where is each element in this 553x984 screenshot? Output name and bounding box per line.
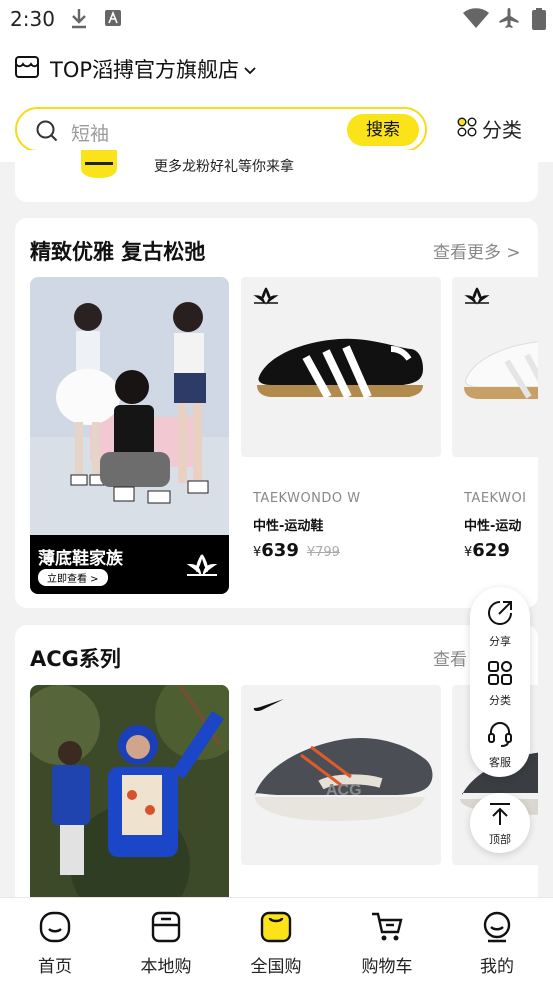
status-time: 2:30 (10, 7, 55, 31)
adidas-logo (185, 553, 219, 581)
search-button[interactable]: 搜索 (347, 114, 419, 146)
promo-title: 薄底鞋家族 (38, 549, 123, 569)
promo-card[interactable]: 薄底鞋家族 立即查看 > (30, 277, 229, 594)
bottom-tab-bar: 首页 本地购 全国购 购物车 我的 (0, 897, 553, 984)
back-to-top-button[interactable]: 顶部 (470, 793, 530, 853)
battery-icon (532, 8, 546, 34)
view-more-link[interactable]: 查看更多 > (433, 238, 521, 263)
category-icon (487, 661, 513, 690)
search-icon (35, 119, 59, 147)
shoe-image: ACG (254, 737, 433, 821)
store-name: TOP滔搏官方旗舰店 (50, 58, 240, 82)
tab-label: 我的 (480, 957, 514, 977)
share-button[interactable]: 分享 (470, 599, 530, 649)
product-card[interactable]: ACG (241, 685, 441, 915)
promo-card[interactable] (30, 685, 229, 915)
svg-text:ACG: ACG (326, 782, 362, 799)
tab-label: 全国购 (250, 957, 302, 977)
banner-logo (79, 150, 119, 184)
tab-label: 本地购 (140, 957, 192, 977)
product-price: ¥629 (464, 540, 510, 561)
store-selector[interactable]: TOP滔搏官方旗舰店 (14, 53, 256, 85)
local-icon (149, 911, 183, 948)
section-title: ACG系列 (30, 647, 121, 671)
tab-label: 购物车 (361, 957, 413, 977)
category-button[interactable]: 分类 (457, 114, 522, 143)
store-header: TOP滔搏官方旗舰店 短袖 搜索 分类 (0, 38, 553, 162)
download-icon (70, 7, 88, 33)
share-label: 分享 (489, 635, 511, 648)
product-name: TAEKWONDO W (253, 491, 361, 506)
category-shortcut-button[interactable]: 分类 (470, 660, 530, 708)
peek-banner[interactable]: 更多龙粉好礼等你来拿 (15, 150, 538, 202)
product-image (241, 277, 441, 457)
section-retro: 精致优雅 复古松弛 查看更多 > 薄底鞋家族 立即查看 > TAEKWONDO … (15, 218, 538, 608)
promo-cta-button[interactable]: 立即查看 > (38, 569, 108, 586)
product-image: ACG (241, 685, 441, 865)
service-icon (486, 722, 514, 752)
product-card[interactable]: TAEKWONDO W 中性-运动鞋 ¥639 ¥799 (241, 277, 441, 597)
share-icon (486, 601, 514, 631)
product-old-price: ¥799 (306, 545, 340, 560)
store-icon (14, 54, 40, 84)
cart-icon (370, 912, 404, 948)
wifi-icon (462, 8, 490, 34)
section-acg: ACG系列 查看 ACG (15, 625, 538, 915)
tab-profile[interactable]: 我的 (452, 910, 542, 977)
promo-caption: 薄底鞋家族 立即查看 > (30, 535, 229, 594)
category-label: 分类 (482, 118, 522, 142)
promo-image (30, 685, 229, 915)
product-name: TAEKWOI (464, 491, 527, 506)
arrow-up-icon (470, 801, 530, 831)
service-button[interactable]: 客服 (470, 720, 530, 770)
national-icon (259, 911, 293, 948)
tab-home[interactable]: 首页 (10, 910, 100, 977)
search-placeholder: 短袖 (71, 123, 110, 145)
search-input[interactable]: 短袖 搜索 (15, 107, 427, 152)
product-image (452, 277, 538, 457)
floating-menu: 分享 分类 客服 (470, 587, 530, 777)
service-label: 客服 (489, 756, 511, 769)
view-more-link[interactable]: 查看 (433, 645, 467, 670)
section-title: 精致优雅 复古松弛 (30, 240, 206, 264)
product-type: 中性-运动 (464, 519, 522, 534)
tab-national[interactable]: 全国购 (231, 910, 321, 977)
category-shortcut-label: 分类 (489, 694, 511, 707)
banner-text: 更多龙粉好礼等你来拿 (154, 159, 294, 175)
category-icon (457, 117, 477, 141)
chevron-down-icon (244, 60, 256, 79)
product-card[interactable]: TAEKWOI 中性-运动 ¥629 (452, 277, 538, 597)
product-type: 中性-运动鞋 (253, 519, 324, 534)
home-icon (38, 911, 72, 948)
product-price: ¥639 ¥799 (253, 540, 340, 561)
airplane-icon (497, 6, 521, 34)
tab-local[interactable]: 本地购 (121, 910, 211, 977)
profile-icon (480, 911, 514, 948)
font-icon (104, 9, 122, 31)
tab-cart[interactable]: 购物车 (342, 910, 432, 977)
shoe-image (464, 341, 538, 399)
status-bar: 2:30 (0, 0, 553, 38)
shoe-image (257, 338, 423, 399)
tab-label: 首页 (38, 957, 72, 977)
back-to-top-label: 顶部 (489, 833, 511, 846)
